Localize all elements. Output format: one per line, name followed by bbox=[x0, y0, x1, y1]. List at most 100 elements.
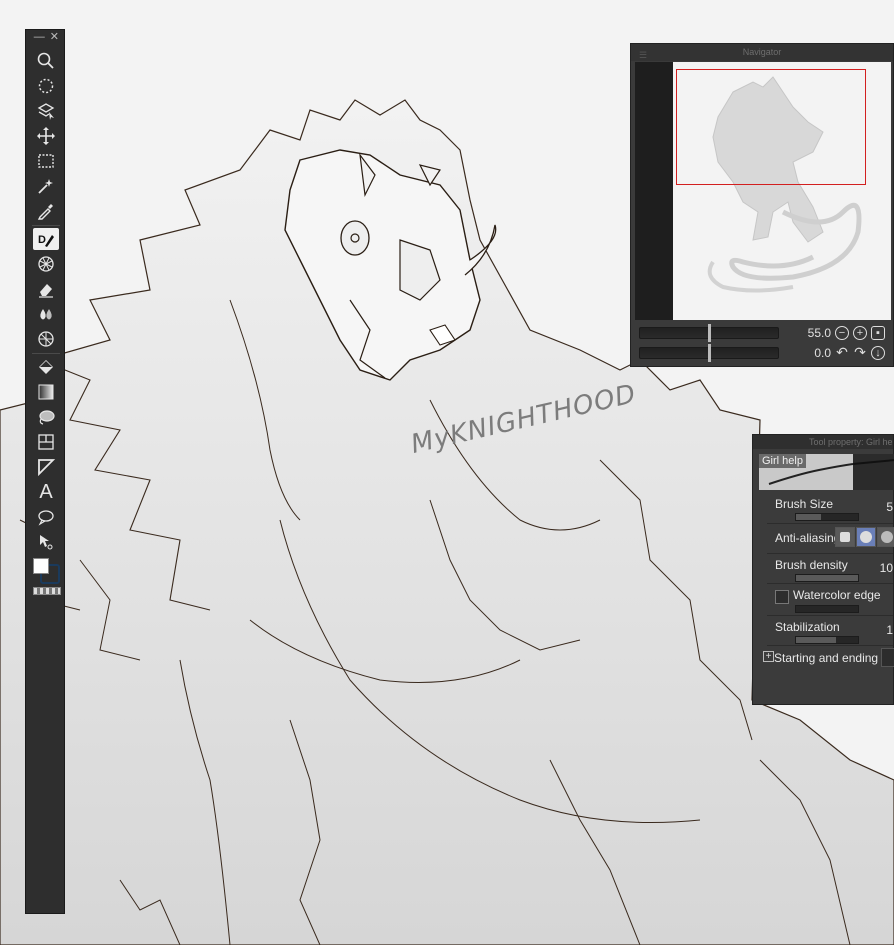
text-icon: A bbox=[39, 480, 53, 503]
balloon-tool[interactable] bbox=[33, 506, 59, 528]
watercolor-edge-label: Watercolor edge bbox=[793, 588, 881, 602]
navigator-title: Navigator bbox=[742, 47, 782, 57]
anti-aliasing-row: Anti-aliasing bbox=[767, 523, 894, 554]
rotate-left-icon[interactable]: ↶ bbox=[835, 345, 849, 360]
brush-density-slider[interactable] bbox=[795, 574, 859, 582]
starting-ending-dropdown[interactable]: No bbox=[881, 648, 894, 667]
navigator-panel: ☰ Navigator 55.0 − + ▪ 0.0 ↶ ↷ ↓ bbox=[630, 43, 894, 367]
zoom-slider[interactable] bbox=[639, 324, 779, 342]
figure-tool[interactable] bbox=[33, 328, 59, 350]
transparent-color-swatch[interactable] bbox=[33, 587, 61, 595]
navigator-view-frame[interactable] bbox=[676, 69, 866, 185]
brush-density-label: Brush density bbox=[775, 558, 848, 572]
zoom-value[interactable]: 55.0 bbox=[789, 326, 831, 340]
move-cross-icon bbox=[37, 127, 55, 145]
lasso-fill-icon bbox=[39, 410, 55, 425]
expand-plus-icon[interactable]: + bbox=[763, 651, 774, 662]
rect-select-icon bbox=[38, 154, 54, 168]
tool-palette-titlebar: — ✕ bbox=[26, 30, 64, 44]
layer-select-icon bbox=[37, 103, 55, 120]
text-tool[interactable]: A bbox=[33, 481, 59, 503]
brush-preset-preview[interactable]: Girl help bbox=[759, 454, 853, 490]
magic-wand-icon bbox=[38, 179, 53, 194]
brush-size-label: Brush Size bbox=[775, 497, 834, 511]
navigator-zoom-row: 55.0 − + ▪ bbox=[639, 324, 894, 342]
watercolor-edge-row: Watercolor edge bbox=[767, 583, 893, 614]
reset-rotate-icon[interactable]: ↓ bbox=[871, 346, 885, 360]
ruler-tool[interactable] bbox=[33, 456, 59, 478]
magnifier-icon bbox=[37, 52, 54, 69]
anti-aliasing-weak-button[interactable] bbox=[856, 527, 876, 547]
brush-stroke-preview bbox=[852, 454, 894, 490]
navigator-titlebar[interactable]: ☰ Navigator bbox=[631, 44, 893, 61]
stabilization-value[interactable]: 1 bbox=[886, 623, 893, 637]
eyedropper-tool[interactable] bbox=[33, 200, 59, 222]
operation-icon bbox=[40, 535, 53, 550]
svg-text:D: D bbox=[38, 234, 46, 246]
close-button[interactable]: ✕ bbox=[50, 30, 59, 44]
object-tool[interactable] bbox=[33, 100, 59, 122]
rotate-right-icon[interactable]: ↷ bbox=[853, 345, 867, 360]
gradient-tool[interactable] bbox=[33, 381, 59, 403]
drops-icon bbox=[40, 309, 52, 320]
frame-border-icon bbox=[38, 434, 54, 450]
stabilization-row[interactable]: Stabilization 1 bbox=[767, 615, 893, 646]
zoom-in-icon[interactable]: + bbox=[853, 326, 867, 340]
eraser-icon bbox=[39, 284, 53, 298]
tool-palette: — ✕ D A bbox=[25, 29, 65, 914]
blend-tool[interactable] bbox=[33, 303, 59, 325]
eyedropper-icon bbox=[37, 204, 53, 220]
toolbar-separator bbox=[32, 225, 60, 226]
brush-stroke-tail-icon bbox=[852, 459, 894, 465]
pen-icon: D bbox=[38, 234, 54, 247]
watercolor-edge-checkbox[interactable] bbox=[775, 590, 789, 604]
anti-aliasing-strong-button[interactable] bbox=[877, 527, 894, 547]
grid-figure-icon bbox=[38, 331, 54, 347]
stabilization-slider[interactable] bbox=[795, 636, 859, 644]
dotted-circle-icon bbox=[38, 78, 54, 94]
eraser-tool[interactable] bbox=[33, 278, 59, 300]
bucket-icon bbox=[39, 360, 53, 374]
brush-size-slider[interactable] bbox=[795, 513, 859, 521]
pen-tool[interactable]: D bbox=[33, 228, 59, 250]
zoom-slider-knob[interactable] bbox=[708, 324, 711, 342]
starting-ending-row: + Starting and ending No bbox=[763, 645, 894, 676]
frame-tool[interactable] bbox=[33, 431, 59, 453]
navigator-rotate-row: 0.0 ↶ ↷ ↓ bbox=[639, 344, 894, 362]
rotate-slider-knob[interactable] bbox=[708, 344, 711, 362]
decoration-tool[interactable] bbox=[33, 253, 59, 275]
rotate-tool[interactable] bbox=[33, 75, 59, 97]
fill-tool[interactable] bbox=[33, 356, 59, 378]
tool-property-titlebar[interactable]: Tool property: Girl help bbox=[753, 435, 893, 449]
anti-aliasing-label: Anti-aliasing bbox=[775, 531, 841, 545]
lasso-fill-tool[interactable] bbox=[33, 406, 59, 428]
navigator-preview[interactable] bbox=[635, 62, 891, 320]
brush-density-value[interactable]: 10 bbox=[880, 561, 893, 575]
brush-size-value[interactable]: 5 bbox=[886, 500, 893, 514]
rotate-slider[interactable] bbox=[639, 344, 779, 362]
move-tool[interactable] bbox=[33, 125, 59, 147]
selection-tool[interactable] bbox=[33, 150, 59, 172]
brush-density-row[interactable]: Brush density 10 bbox=[767, 553, 893, 584]
rotate-value[interactable]: 0.0 bbox=[789, 346, 831, 360]
toolbar-separator bbox=[32, 353, 60, 354]
main-color-swatch[interactable] bbox=[33, 558, 49, 574]
brush-stroke-preview-icon bbox=[768, 463, 853, 485]
brush-size-row[interactable]: Brush Size 5 bbox=[767, 493, 893, 523]
stabilization-label: Stabilization bbox=[775, 620, 840, 634]
balloon-icon bbox=[38, 510, 54, 526]
tool-property-panel: Tool property: Girl help Girl help Brush… bbox=[752, 434, 894, 705]
fit-view-icon[interactable]: ▪ bbox=[871, 326, 885, 340]
ruler-icon bbox=[38, 459, 56, 477]
zoom-tool[interactable] bbox=[33, 50, 59, 72]
starting-ending-label: Starting and ending bbox=[774, 651, 879, 665]
correct-line-tool[interactable] bbox=[33, 531, 59, 553]
minimize-button[interactable]: — bbox=[34, 30, 45, 44]
auto-select-tool[interactable] bbox=[33, 175, 59, 197]
pattern-icon bbox=[38, 256, 54, 272]
tool-property-title: Tool property: Girl help bbox=[809, 437, 893, 447]
watercolor-edge-slider[interactable] bbox=[795, 605, 859, 613]
anti-aliasing-none-button[interactable] bbox=[835, 527, 855, 547]
zoom-out-icon[interactable]: − bbox=[835, 326, 849, 340]
gradient-icon bbox=[38, 384, 54, 400]
